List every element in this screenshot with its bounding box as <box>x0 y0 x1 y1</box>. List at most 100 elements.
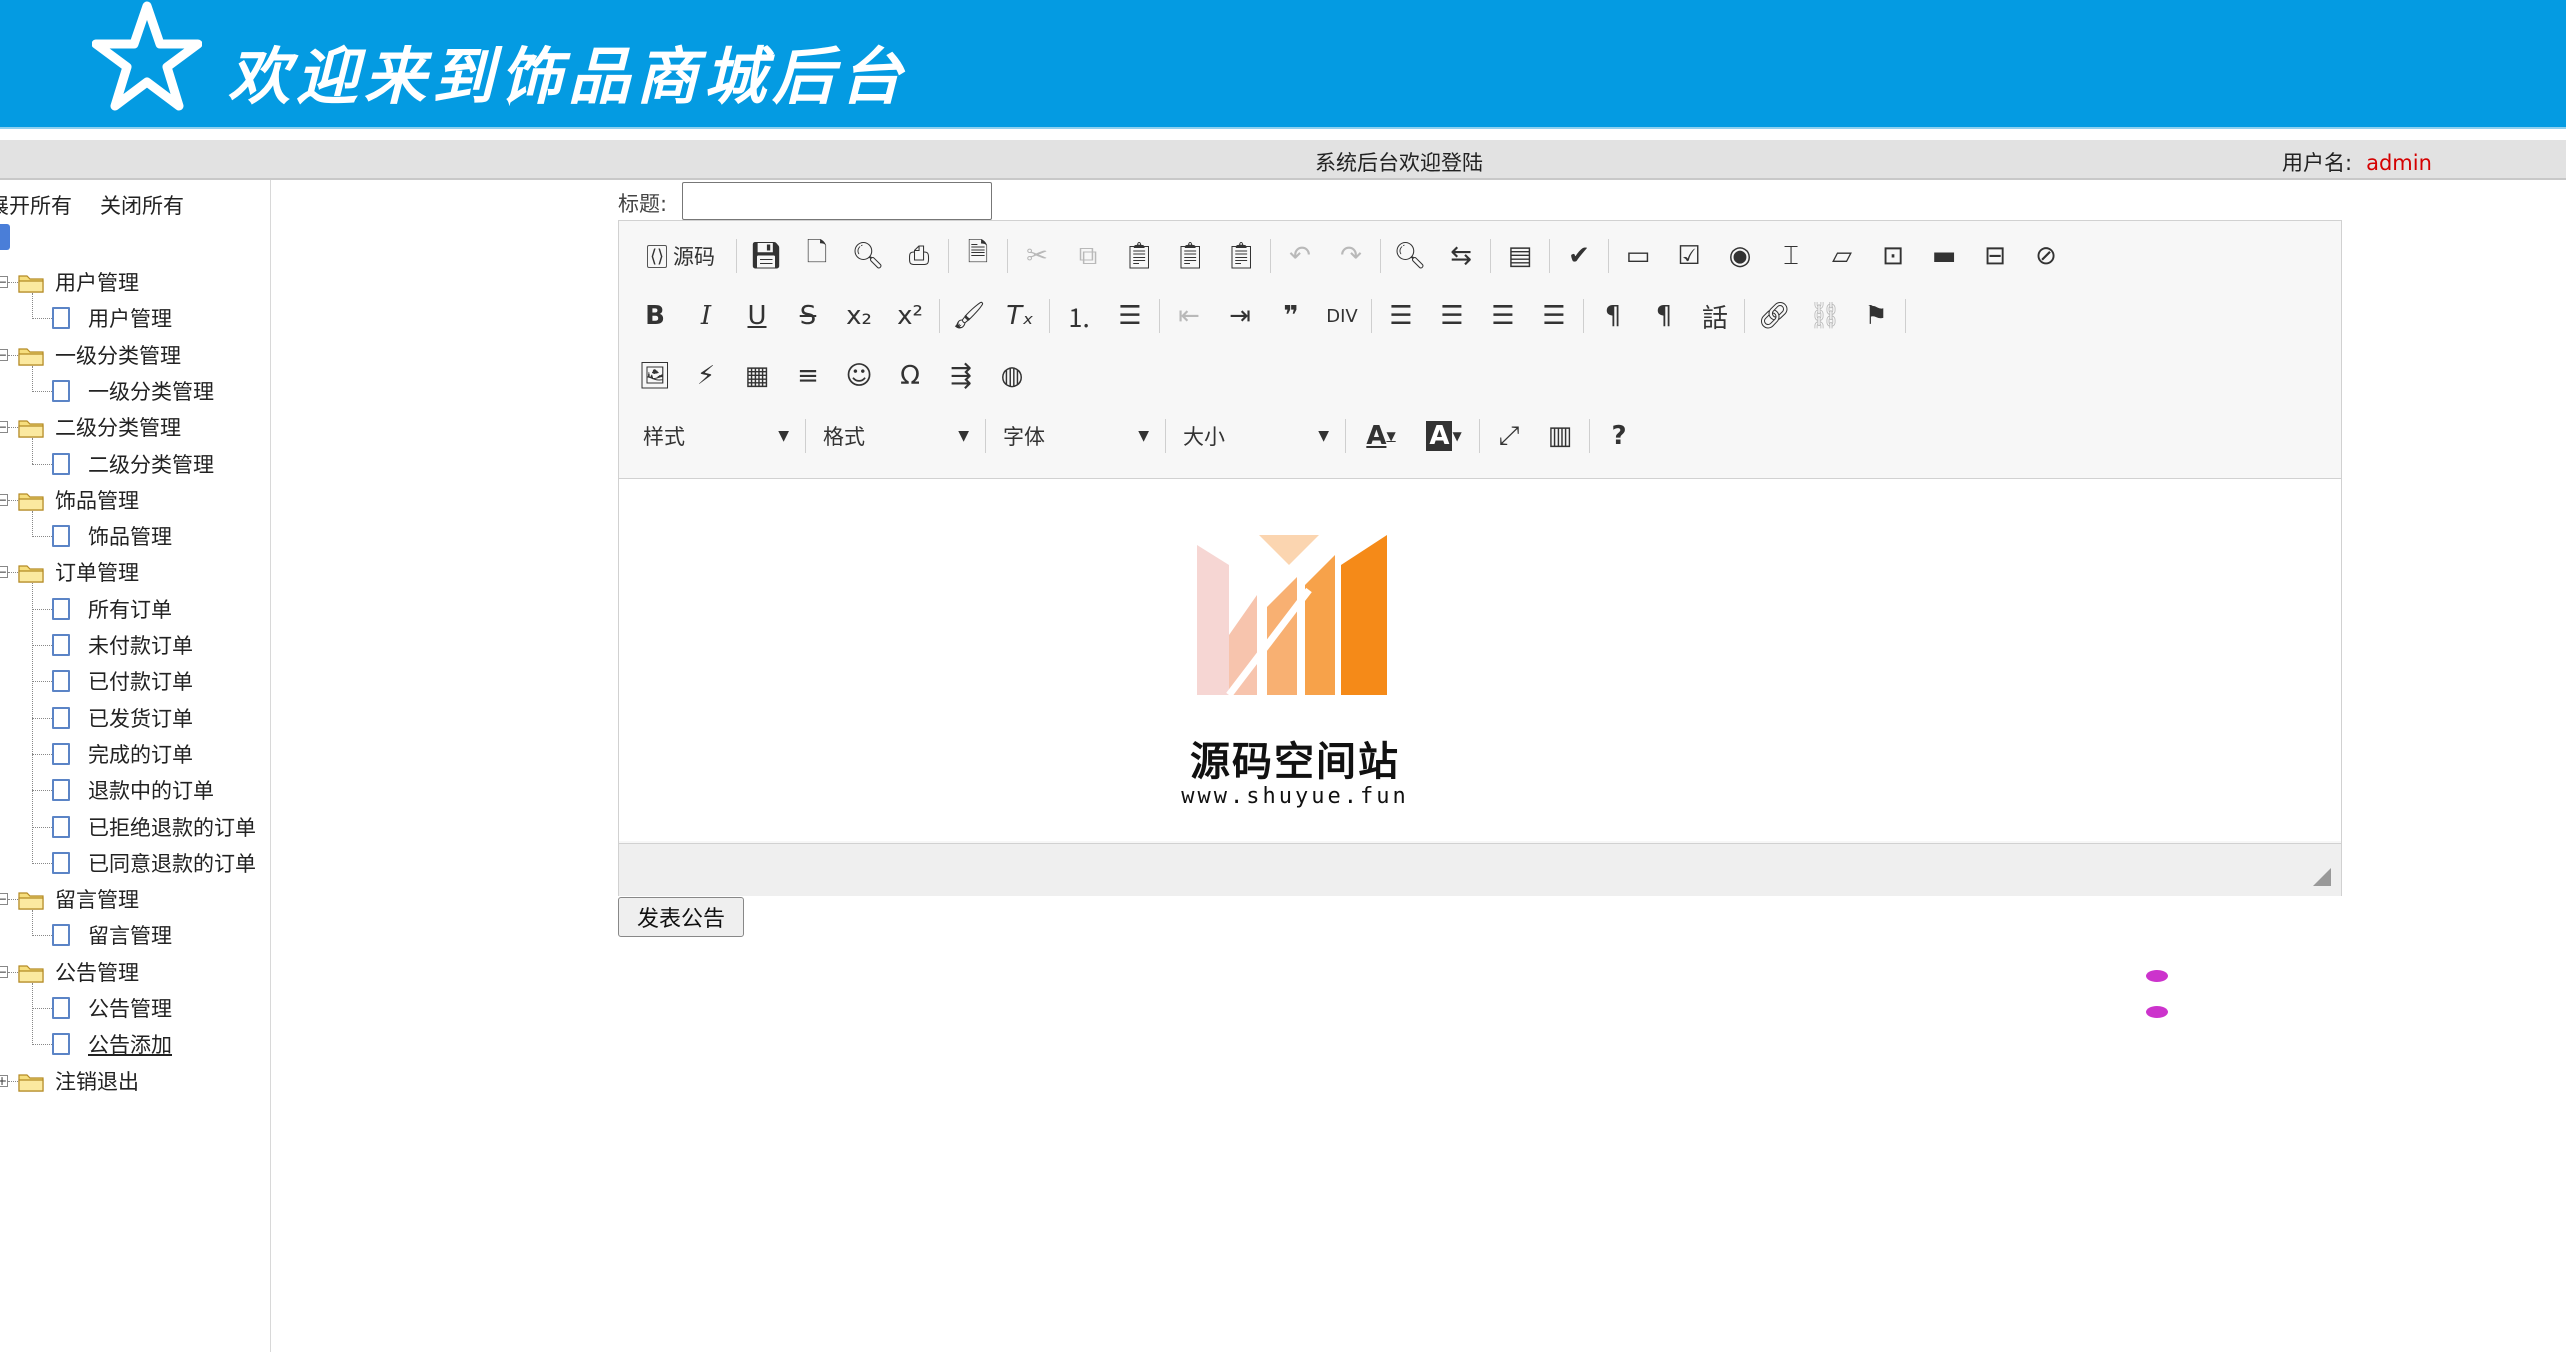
tree-item-label[interactable]: 二级分类管理 <box>88 449 214 479</box>
paste-word-icon[interactable]: 📋︎ <box>1219 234 1263 278</box>
collapse-toggle-icon[interactable]: − <box>0 965 8 978</box>
collapse-toggle-icon[interactable]: − <box>0 276 8 288</box>
style-combo[interactable]: 样式 ▼ <box>633 416 799 456</box>
page-break-icon[interactable]: ⇶ <box>939 354 983 398</box>
preview-icon[interactable]: 🔍︎ <box>846 234 890 278</box>
ltr-icon[interactable]: ¶ <box>1591 294 1635 338</box>
tree-item-label[interactable]: 退款中的订单 <box>88 775 214 805</box>
redo-icon[interactable]: ↷ <box>1329 234 1373 278</box>
new-page-icon[interactable]: 🗋 <box>795 234 839 278</box>
rtl-icon[interactable]: ¶ <box>1642 294 1686 338</box>
unlink-icon[interactable]: ⛓ <box>1803 294 1847 338</box>
language-icon[interactable]: 話 <box>1693 294 1737 338</box>
tree-item-label[interactable]: 公告管理 <box>88 993 172 1023</box>
button-field-icon[interactable]: ▬ <box>1922 234 1966 278</box>
italic-icon[interactable]: I <box>684 294 728 338</box>
tree-group-label[interactable]: 一级分类管理 <box>55 340 181 370</box>
strike-icon[interactable]: S <box>786 294 830 338</box>
undo-icon[interactable]: ↶ <box>1278 234 1322 278</box>
collapse-toggle-icon[interactable]: − <box>0 566 8 579</box>
subscript-icon[interactable]: x₂ <box>837 294 881 338</box>
outdent-icon[interactable]: ⇤ <box>1167 294 1211 338</box>
bulleted-list-icon[interactable]: ☰ <box>1108 294 1152 338</box>
tree-group-label[interactable]: 用户管理 <box>55 267 139 297</box>
special-char-icon[interactable]: Ω <box>888 354 932 398</box>
checkbox-icon[interactable]: ☑ <box>1667 234 1711 278</box>
collapse-toggle-icon[interactable]: − <box>0 893 8 906</box>
tree-item-label[interactable]: 公告添加 <box>88 1029 172 1059</box>
print-icon[interactable]: ⎙ <box>897 234 941 278</box>
show-blocks-icon[interactable]: ▥ <box>1538 414 1582 458</box>
blockquote-icon[interactable]: ❞ <box>1269 294 1313 338</box>
textarea-icon[interactable]: ▱ <box>1820 234 1864 278</box>
tree-item-label[interactable]: 已发货订单 <box>88 703 193 733</box>
horizontal-rule-icon[interactable]: ≡ <box>786 354 830 398</box>
smiley-icon[interactable]: ☺ <box>837 354 881 398</box>
flash-icon[interactable]: ⚡︎ <box>684 354 728 398</box>
publish-button[interactable]: 发表公告 <box>618 897 744 937</box>
spellcheck-icon[interactable]: ✔ <box>1557 234 1601 278</box>
align-left-icon[interactable]: ☰ <box>1379 294 1423 338</box>
source-button[interactable]: ⟨⟩ 源码 <box>633 234 729 278</box>
align-right-icon[interactable]: ☰ <box>1481 294 1525 338</box>
collapse-toggle-icon[interactable]: − <box>0 493 8 506</box>
numbered-list-icon[interactable]: ⒈ <box>1057 294 1101 338</box>
help-icon[interactable]: ? <box>1597 414 1641 458</box>
align-center-icon[interactable]: ☰ <box>1430 294 1474 338</box>
tree-item-label[interactable]: 留言管理 <box>88 920 172 950</box>
editor-content-area[interactable]: 源码空间站 www.shuyue.fun <box>619 479 2341 841</box>
collapse-toggle-icon[interactable]: − <box>0 348 8 361</box>
save-icon[interactable]: 💾︎ <box>744 234 788 278</box>
iframe-globe-icon[interactable]: ◍ <box>990 354 1034 398</box>
templates-icon[interactable]: 🗎 <box>956 234 1000 278</box>
image-button-icon[interactable]: ⊟ <box>1973 234 2017 278</box>
replace-icon[interactable]: ⇆ <box>1439 234 1483 278</box>
tree-item-label[interactable]: 已拒绝退款的订单 <box>88 812 256 842</box>
tree-group-label[interactable]: 二级分类管理 <box>55 412 181 442</box>
anchor-flag-icon[interactable]: ⚑ <box>1854 294 1898 338</box>
tree-group-label[interactable]: 公告管理 <box>55 957 139 987</box>
text-color-icon[interactable]: A ▼ <box>1353 414 1409 458</box>
bg-color-icon[interactable]: A ▼ <box>1416 414 1472 458</box>
tree-item-label[interactable]: 饰品管理 <box>88 521 172 551</box>
collapse-toggle-icon[interactable]: − <box>0 421 8 434</box>
find-icon[interactable]: 🔍︎ <box>1388 234 1432 278</box>
tree-group-label[interactable]: 注销退出 <box>55 1066 139 1096</box>
title-input[interactable] <box>682 182 992 220</box>
hidden-field-icon[interactable]: ⊘ <box>2024 234 2068 278</box>
div-container-icon[interactable]: DIV <box>1320 294 1364 338</box>
radio-icon[interactable]: ◉ <box>1718 234 1762 278</box>
paste-text-icon[interactable]: 📋︎ <box>1168 234 1212 278</box>
table-icon[interactable]: ▦ <box>735 354 779 398</box>
copy-format-icon[interactable]: 🖌︎ <box>947 294 991 338</box>
tree-group-label[interactable]: 饰品管理 <box>55 485 139 515</box>
image-icon[interactable]: 🖼︎ <box>633 354 677 398</box>
collapse-all-link[interactable]: 关闭所有 <box>100 194 184 218</box>
cut-icon[interactable]: ✂ <box>1015 234 1059 278</box>
remove-format-icon[interactable]: Tₓ <box>998 294 1042 338</box>
maximize-icon[interactable]: ⤢ <box>1487 414 1531 458</box>
tree-item-label[interactable]: 未付款订单 <box>88 630 193 660</box>
expand-all-link[interactable]: 展开所有 <box>0 194 72 218</box>
format-combo[interactable]: 格式 ▼ <box>813 416 979 456</box>
tree-item-label[interactable]: 所有订单 <box>88 594 172 624</box>
font-combo[interactable]: 字体 ▼ <box>993 416 1159 456</box>
resize-handle-icon[interactable] <box>2313 868 2331 886</box>
tree-item-label[interactable]: 已同意退款的订单 <box>88 848 256 878</box>
textfield-icon[interactable]: ⌶ <box>1769 234 1813 278</box>
tree-item-label[interactable]: 已付款订单 <box>88 666 193 696</box>
underline-icon[interactable]: U <box>735 294 779 338</box>
select-field-icon[interactable]: ⊡ <box>1871 234 1915 278</box>
justify-icon[interactable]: ☰ <box>1532 294 1576 338</box>
superscript-icon[interactable]: x² <box>888 294 932 338</box>
size-combo[interactable]: 大小 ▼ <box>1173 416 1339 456</box>
tree-group-label[interactable]: 留言管理 <box>55 884 139 914</box>
tree-item-label[interactable]: 用户管理 <box>88 303 172 333</box>
expand-toggle-icon[interactable]: + <box>0 1074 8 1087</box>
paste-icon[interactable]: 📋︎ <box>1117 234 1161 278</box>
tree-item-label[interactable]: 完成的订单 <box>88 739 193 769</box>
form-icon[interactable]: ▭ <box>1616 234 1660 278</box>
copy-icon[interactable]: ⧉ <box>1066 234 1110 278</box>
link-icon[interactable]: 🔗︎ <box>1752 294 1796 338</box>
bold-icon[interactable]: B <box>633 294 677 338</box>
